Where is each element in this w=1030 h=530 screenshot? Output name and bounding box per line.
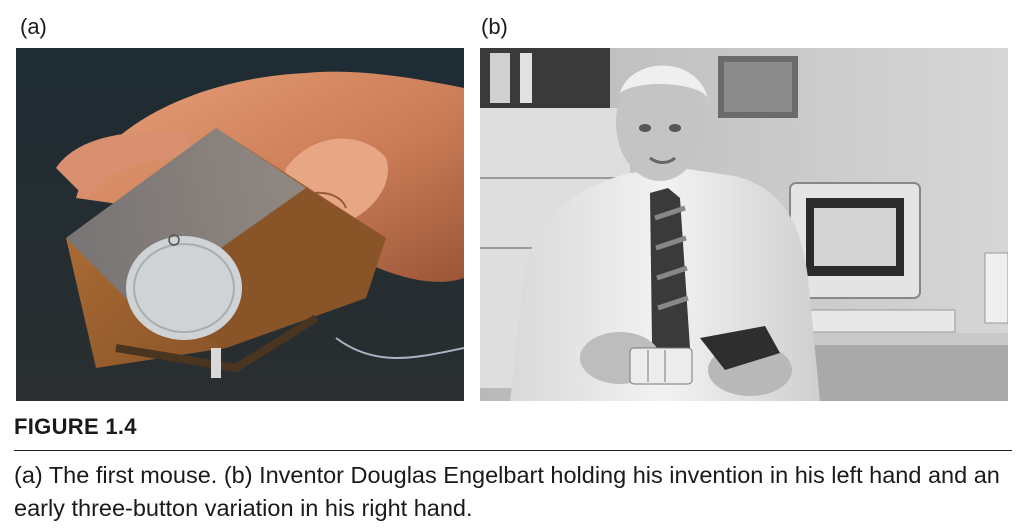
caption-divider [14,450,1012,451]
figure-title: FIGURE 1.4 [14,414,137,439]
figure-caption: (a) The first mouse. (b) Inventor Dougla… [14,462,1000,521]
engelbart-photo [480,48,1008,401]
first-mouse-photo [16,48,464,401]
panel-b-label: (b) [481,14,508,39]
panel-a-label: (a) [20,14,47,39]
